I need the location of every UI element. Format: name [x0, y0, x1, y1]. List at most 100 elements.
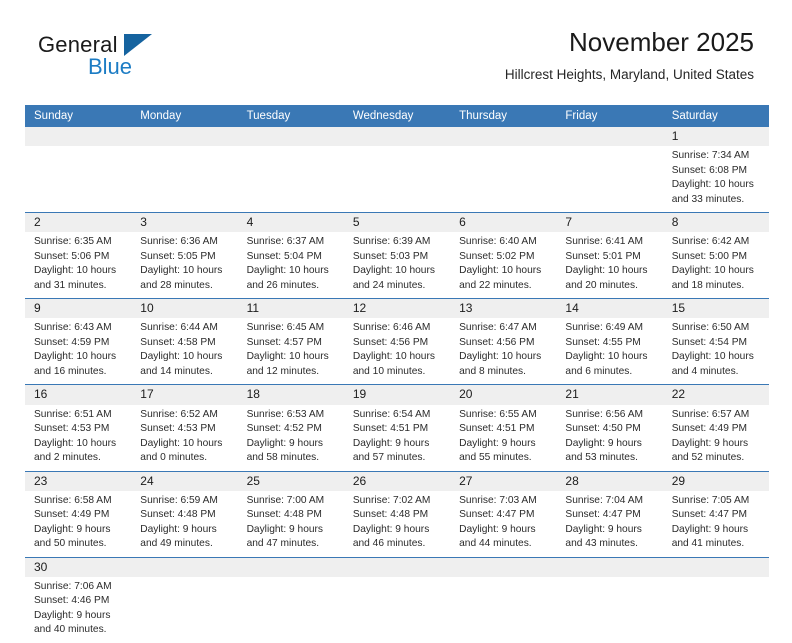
- day-detail-line: Sunset: 4:47 PM: [565, 509, 641, 521]
- day-details-29: Sunrise: 7:05 AM Sunset: 4:47 PM Daylight:…: [662, 490, 769, 558]
- day-number-empty: [556, 556, 663, 577]
- day-detail-line: Sunrise: 6:43 AM: [34, 322, 112, 334]
- day-detail-line: Sunset: 4:48 PM: [246, 509, 322, 521]
- day-number-2[interactable]: 2: [25, 212, 132, 233]
- day-detail-line: Sunset: 5:06 PM: [34, 250, 110, 262]
- day-number-empty: [25, 127, 132, 147]
- day-details-9: Sunrise: 6:43 AM Sunset: 4:59 PM Daylight:…: [25, 318, 132, 385]
- weekday-header-saturday: Saturday: [662, 105, 769, 127]
- day-number-7[interactable]: 7: [556, 212, 663, 233]
- calendar-container: Sunday Monday Tuesday Wednesday Thursday Frid…: [25, 105, 769, 643]
- day-detail-line: and 44 minutes.: [459, 538, 532, 550]
- day-detail-line: Daylight: 10 hours: [34, 437, 117, 449]
- day-detail-line: Sunset: 6:08 PM: [671, 164, 748, 176]
- day-detail-line: Daylight: 10 hours: [459, 351, 542, 363]
- day-detail-line: Daylight: 10 hours: [671, 179, 754, 191]
- day-detail-line: Sunset: 4:48 PM: [140, 509, 216, 521]
- day-details-empty: [343, 576, 451, 643]
- day-number-1[interactable]: 1: [662, 127, 769, 147]
- day-details-empty: [343, 146, 451, 213]
- day-details-16: Sunrise: 6:51 AM Sunset: 4:53 PM Daylight:…: [25, 404, 132, 471]
- day-detail-line: and 10 minutes.: [352, 365, 426, 377]
- day-detail-line: and 8 minutes.: [459, 365, 526, 377]
- day-number-12[interactable]: 12: [343, 298, 451, 319]
- day-number-10[interactable]: 10: [131, 298, 238, 319]
- day-detail-line: and 55 minutes.: [459, 452, 532, 464]
- day-detail-line: and 57 minutes.: [352, 452, 426, 464]
- day-number-23[interactable]: 23: [25, 470, 132, 491]
- day-number-17[interactable]: 17: [131, 384, 238, 405]
- day-details-30: Sunrise: 7:06 AM Sunset: 4:46 PM Daylight:…: [25, 576, 132, 643]
- day-detail-line: Daylight: 10 hours: [246, 265, 329, 277]
- day-details-21: Sunrise: 6:56 AM Sunset: 4:50 PM Daylight:…: [556, 404, 663, 471]
- day-number-18[interactable]: 18: [237, 384, 344, 405]
- day-detail-line: Sunset: 4:56 PM: [459, 336, 535, 348]
- day-number-21[interactable]: 21: [556, 384, 663, 405]
- day-number-15[interactable]: 15: [662, 298, 769, 319]
- day-number-5[interactable]: 5: [343, 212, 451, 233]
- day-details-empty: [131, 576, 238, 643]
- day-number-4[interactable]: 4: [237, 212, 344, 233]
- day-number-28[interactable]: 28: [556, 470, 663, 491]
- day-number-6[interactable]: 6: [450, 212, 557, 233]
- day-number-20[interactable]: 20: [450, 384, 557, 405]
- day-details-empty: [556, 146, 663, 213]
- day-detail-line: and 52 minutes.: [671, 452, 745, 464]
- day-number-16[interactable]: 16: [25, 384, 132, 405]
- day-details-23: Sunrise: 6:58 AM Sunset: 4:49 PM Daylight:…: [25, 490, 132, 558]
- day-number-empty: [662, 556, 769, 577]
- calendar-header-row: Sunday Monday Tuesday Wednesday Thursday Frid…: [25, 105, 769, 127]
- day-number-24[interactable]: 24: [131, 470, 238, 491]
- day-detail-line: Sunset: 4:51 PM: [352, 423, 429, 435]
- day-details-empty: [450, 576, 557, 643]
- day-number-13[interactable]: 13: [450, 298, 557, 319]
- day-detail-line: Daylight: 9 hours: [671, 437, 749, 449]
- day-detail-line: Daylight: 9 hours: [565, 437, 642, 449]
- day-details-25: Sunrise: 7:00 AM Sunset: 4:48 PM Daylight:…: [237, 490, 344, 558]
- day-details-6: Sunrise: 6:40 AM Sunset: 5:02 PM Daylight:…: [450, 232, 557, 299]
- day-number-26[interactable]: 26: [343, 470, 451, 491]
- day-detail-line: Sunrise: 6:52 AM: [140, 408, 218, 420]
- day-detail-line: Sunset: 4:57 PM: [246, 336, 322, 348]
- day-number-25[interactable]: 25: [237, 470, 344, 491]
- week-number-band: 23 24 25 26 27 28 29: [25, 470, 769, 491]
- day-detail-line: Daylight: 9 hours: [671, 523, 749, 535]
- day-detail-line: and 33 minutes.: [671, 193, 745, 205]
- day-detail-line: Daylight: 10 hours: [34, 351, 117, 363]
- day-detail-line: Sunset: 4:54 PM: [671, 336, 748, 348]
- day-detail-line: Sunset: 4:50 PM: [565, 423, 641, 435]
- day-detail-line: Sunrise: 7:04 AM: [565, 494, 643, 506]
- day-details-13: Sunrise: 6:47 AM Sunset: 4:56 PM Daylight:…: [450, 318, 557, 385]
- day-details-empty: [662, 576, 769, 643]
- day-detail-line: Sunset: 4:47 PM: [671, 509, 748, 521]
- day-detail-line: Daylight: 10 hours: [459, 265, 542, 277]
- day-detail-line: Sunset: 4:48 PM: [352, 509, 429, 521]
- day-number-30[interactable]: 30: [25, 556, 132, 577]
- day-number-8[interactable]: 8: [662, 212, 769, 233]
- day-detail-line: and 16 minutes.: [34, 365, 107, 377]
- day-details-15: Sunrise: 6:50 AM Sunset: 4:54 PM Daylight:…: [662, 318, 769, 385]
- day-detail-line: Daylight: 10 hours: [352, 351, 435, 363]
- week-info-row: Sunrise: 6:58 AM Sunset: 4:49 PM Daylight:…: [25, 490, 769, 558]
- day-number-11[interactable]: 11: [237, 298, 344, 319]
- triangle-flag-icon: [124, 34, 152, 56]
- week-info-row: Sunrise: 7:34 AM Sunset: 6:08 PM Daylight:…: [25, 146, 769, 213]
- day-number-3[interactable]: 3: [131, 212, 238, 233]
- day-number-22[interactable]: 22: [662, 384, 769, 405]
- day-detail-line: Sunrise: 6:37 AM: [246, 236, 325, 248]
- day-number-29[interactable]: 29: [662, 470, 769, 491]
- day-details-12: Sunrise: 6:46 AM Sunset: 4:56 PM Daylight:…: [343, 318, 451, 385]
- weekday-header-sunday: Sunday: [25, 105, 132, 127]
- day-detail-line: Daylight: 9 hours: [459, 523, 536, 535]
- day-details-4: Sunrise: 6:37 AM Sunset: 5:04 PM Daylight:…: [237, 232, 344, 299]
- day-number-14[interactable]: 14: [556, 298, 663, 319]
- day-detail-line: Daylight: 10 hours: [565, 351, 648, 363]
- day-detail-line: and 41 minutes.: [671, 538, 745, 550]
- day-number-9[interactable]: 9: [25, 298, 132, 319]
- day-number-19[interactable]: 19: [343, 384, 451, 405]
- day-detail-line: Sunrise: 6:41 AM: [565, 236, 643, 248]
- day-detail-line: Sunrise: 6:55 AM: [459, 408, 537, 420]
- day-detail-line: Daylight: 10 hours: [34, 265, 117, 277]
- day-number-27[interactable]: 27: [450, 470, 557, 491]
- day-detail-line: Sunrise: 6:58 AM: [34, 494, 112, 506]
